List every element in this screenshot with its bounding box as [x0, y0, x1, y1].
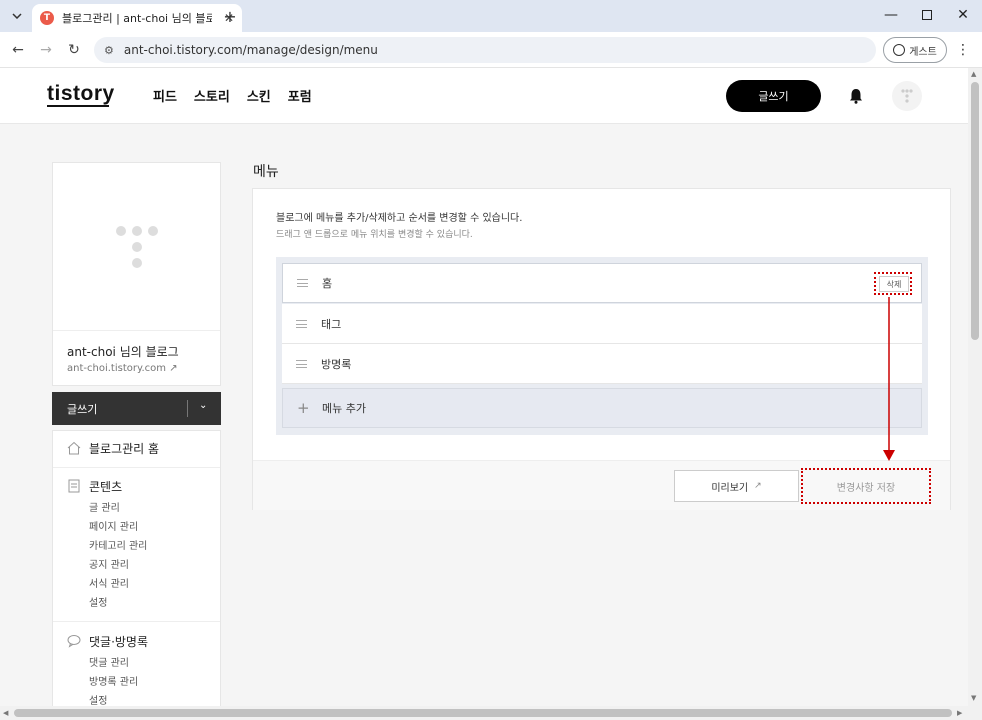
menu-item-guestbook[interactable]: 방명록 — [282, 344, 922, 384]
sidebar-section-home: 블로그관리 홈 — [53, 438, 220, 458]
url-text: ant-choi.tistory.com/manage/design/menu — [123, 43, 378, 57]
blog-profile-image[interactable] — [53, 163, 220, 331]
panel-help-text: 드래그 앤 드롭으로 메뉴 위치를 변경할 수 있습니다. — [276, 230, 473, 240]
reload-icon[interactable]: ↻ — [63, 39, 85, 61]
scroll-up-icon[interactable]: ▲ — [971, 70, 976, 78]
sidebar-item-comments[interactable]: 댓글·방명록 — [53, 631, 220, 651]
site-header: tistory 피드 스토리 스킨 포럼 글쓰기 — [0, 68, 968, 124]
sidebar-section-label: 블로그관리 홈 — [89, 441, 160, 456]
minimize-icon[interactable]: — — [880, 4, 902, 26]
preview-label: 미리보기 — [711, 482, 749, 494]
browser-tab-bar: T 블로그관리 | ant-choi 님의 블로그 ✕ + — ✕ — [0, 0, 982, 32]
sidebar-subitem-guestbook[interactable]: 방명록 관리 — [53, 673, 220, 692]
tistory-placeholder-icon — [115, 225, 158, 268]
back-icon[interactable]: ← — [7, 39, 29, 61]
sidebar-subitem-notices[interactable]: 공지 관리 — [53, 556, 220, 575]
add-menu-button[interactable]: + 메뉴 추가 — [282, 388, 922, 428]
sidebar-subitem-content-settings[interactable]: 설정 — [53, 594, 220, 613]
profile-icon — [893, 44, 906, 56]
menu-item-label: 홈 — [322, 277, 333, 290]
drag-handle-icon[interactable] — [296, 319, 307, 328]
sidebar-subitem-categories[interactable]: 카테고리 관리 — [53, 537, 220, 556]
divider — [53, 467, 220, 468]
browser-tab[interactable]: T 블로그관리 | ant-choi 님의 블로그 ✕ — [32, 4, 242, 32]
preview-button[interactable]: 미리보기 ↗ — [674, 470, 799, 502]
sidebar-item-content[interactable]: 콘텐츠 — [53, 476, 220, 496]
annotation-highlight-box — [874, 272, 912, 295]
speech-bubble-icon — [67, 635, 81, 648]
avatar[interactable] — [892, 81, 922, 111]
tistory-favicon-icon: T — [40, 11, 54, 25]
guest-label: 게스트 — [909, 46, 937, 58]
tab-title: 블로그관리 | ant-choi 님의 블로그 — [62, 12, 212, 25]
browser-toolbar: ← → ↻ ⚙ ant-choi.tistory.com/manage/desi… — [0, 32, 982, 68]
sidebar-write-label: 글쓰기 — [67, 402, 98, 416]
address-bar[interactable]: ⚙ ant-choi.tistory.com/manage/design/men… — [94, 37, 876, 63]
blog-url: ant-choi.tistory.com — [67, 363, 166, 374]
menu-item-home[interactable]: 홈 삭제 — [282, 263, 922, 303]
scroll-down-icon[interactable]: ▼ — [971, 694, 976, 702]
drag-handle-icon[interactable] — [297, 279, 308, 287]
plus-icon: + — [297, 399, 310, 417]
sidebar-section-label: 콘텐츠 — [89, 479, 123, 494]
blog-profile-card: ant-choi 님의 블로그 ant-choi.tistory.com ↗ — [52, 162, 221, 386]
divider — [53, 621, 220, 622]
sidebar-section-comments: 댓글·방명록 댓글 관리 방명록 관리 설정 — [53, 631, 220, 706]
page-viewport: tistory 피드 스토리 스킨 포럼 글쓰기 ant-choi 님의 블로그… — [0, 68, 968, 706]
nav-skin[interactable]: 스킨 — [247, 86, 271, 105]
sidebar-write-button[interactable]: 글쓰기 ⌄ — [52, 392, 221, 425]
home-icon — [67, 441, 81, 455]
panel-footer: 미리보기 ↗ 변경사항 저장 — [253, 460, 950, 510]
menu-item-tag[interactable]: 태그 — [282, 304, 922, 344]
site-info-icon[interactable]: ⚙ — [104, 44, 114, 57]
drag-handle-icon[interactable] — [296, 359, 307, 368]
tistory-logo[interactable]: tistory — [47, 82, 115, 106]
horizontal-scrollbar[interactable]: ◀ ▶ — [0, 706, 982, 720]
site-nav: 피드 스토리 스킨 포럼 — [153, 86, 312, 105]
blog-url-link[interactable]: ant-choi.tistory.com ↗ — [67, 363, 178, 374]
chevron-down-icon[interactable]: ⌄ — [199, 400, 207, 411]
sidebar-subitem-pages[interactable]: 페이지 관리 — [53, 518, 220, 537]
header-write-button[interactable]: 글쓰기 — [726, 80, 821, 112]
guest-profile-button[interactable]: 게스트 — [883, 37, 947, 63]
vertical-scrollbar[interactable]: ▲ ▼ — [968, 68, 982, 706]
maximize-icon[interactable] — [916, 4, 938, 26]
sidebar-subitem-posts[interactable]: 글 관리 — [53, 499, 220, 518]
document-icon — [68, 479, 80, 493]
save-changes-button[interactable]: 변경사항 저장 — [801, 468, 931, 504]
nav-feed[interactable]: 피드 — [153, 86, 177, 105]
window-close-icon[interactable]: ✕ — [952, 4, 974, 26]
sidebar-subitem-comments[interactable]: 댓글 관리 — [53, 654, 220, 673]
scrollbar-thumb[interactable] — [14, 709, 952, 717]
add-menu-label: 메뉴 추가 — [322, 402, 366, 415]
more-icon[interactable]: ⋮ — [956, 39, 970, 61]
menu-item-label: 태그 — [321, 317, 342, 331]
new-tab-icon[interactable]: + — [220, 6, 240, 26]
divider — [187, 400, 188, 417]
nav-story[interactable]: 스토리 — [194, 86, 230, 105]
tab-search-icon[interactable] — [7, 6, 27, 26]
tistory-avatar-icon — [901, 89, 913, 103]
sidebar-subitem-comment-settings[interactable]: 설정 — [53, 692, 220, 706]
sidebar-subitem-templates[interactable]: 서식 관리 — [53, 575, 220, 594]
menu-settings-panel: 블로그에 메뉴를 추가/삭제하고 순서를 변경할 수 있습니다. 드래그 앤 드… — [252, 188, 951, 510]
sidebar-item-manage-home[interactable]: 블로그관리 홈 — [53, 438, 220, 458]
scrollbar-thumb[interactable] — [971, 82, 979, 340]
external-link-icon: ↗ — [169, 363, 178, 374]
sidebar-menu: 블로그관리 홈 콘텐츠 글 관리 페이지 관리 카테고리 관리 공지 관리 서식… — [52, 430, 221, 706]
external-link-icon: ↗ — [754, 481, 762, 491]
nav-forum[interactable]: 포럼 — [288, 86, 312, 105]
scroll-left-icon[interactable]: ◀ — [3, 709, 8, 717]
page-title: 메뉴 — [253, 164, 279, 180]
sidebar-section-content: 콘텐츠 글 관리 페이지 관리 카테고리 관리 공지 관리 서식 관리 설정 — [53, 476, 220, 613]
panel-description: 블로그에 메뉴를 추가/삭제하고 순서를 변경할 수 있습니다. — [276, 213, 523, 224]
forward-icon[interactable]: → — [35, 39, 57, 61]
menu-item-label: 방명록 — [321, 357, 352, 371]
sidebar-section-label: 댓글·방명록 — [89, 634, 149, 649]
scroll-right-icon[interactable]: ▶ — [957, 709, 962, 717]
blog-name[interactable]: ant-choi 님의 블로그 — [67, 343, 179, 360]
logo-underline — [47, 105, 109, 107]
bell-icon[interactable] — [849, 88, 863, 104]
menu-list: 홈 삭제 태그 방명록 + 메뉴 추가 — [276, 257, 928, 435]
